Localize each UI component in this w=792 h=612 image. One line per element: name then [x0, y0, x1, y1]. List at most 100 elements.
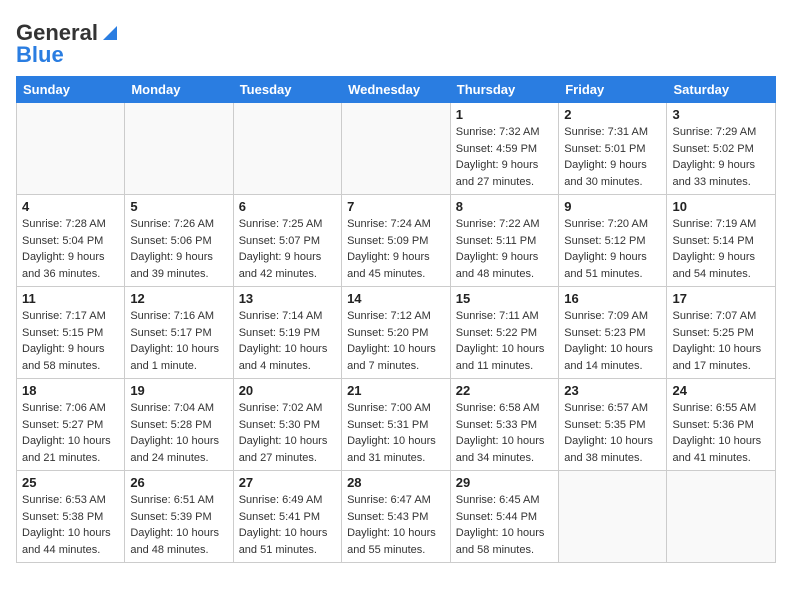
day-cell: 1 Sunrise: 7:32 AM Sunset: 4:59 PM Daylig…: [450, 103, 558, 195]
week-row-3: 11 Sunrise: 7:17 AM Sunset: 5:15 PM Dayli…: [17, 287, 776, 379]
day-info: Sunrise: 7:28 AM Sunset: 5:04 PM Dayligh…: [22, 216, 119, 282]
day-number: 23: [564, 383, 661, 398]
day-cell: 19 Sunrise: 7:04 AM Sunset: 5:28 PM Dayli…: [125, 379, 233, 471]
day-number: 8: [456, 199, 553, 214]
day-info: Sunrise: 6:57 AM Sunset: 5:35 PM Dayligh…: [564, 400, 661, 466]
day-cell: 25 Sunrise: 6:53 AM Sunset: 5:38 PM Dayli…: [17, 471, 125, 563]
col-header-friday: Friday: [559, 77, 667, 103]
day-cell: 9Sunrise: 7:20 AM Sunset: 5:12 PM Daylig…: [559, 195, 667, 287]
day-info: Sunrise: 7:29 AM Sunset: 5:02 PM Dayligh…: [672, 124, 770, 190]
day-number: 24: [672, 383, 770, 398]
day-number: 26: [130, 475, 227, 490]
day-info: Sunrise: 6:45 AM Sunset: 5:44 PM Dayligh…: [456, 492, 553, 558]
day-number: 1: [456, 107, 553, 122]
day-number: 11: [22, 291, 119, 306]
day-number: 18: [22, 383, 119, 398]
day-number: 10: [672, 199, 770, 214]
day-cell: 2 Sunrise: 7:31 AM Sunset: 5:01 PM Daylig…: [559, 103, 667, 195]
day-number: 13: [239, 291, 336, 306]
day-info: Sunrise: 7:00 AM Sunset: 5:31 PM Dayligh…: [347, 400, 445, 466]
day-info: Sunrise: 7:16 AM Sunset: 5:17 PM Dayligh…: [130, 308, 227, 374]
day-info: Sunrise: 6:55 AM Sunset: 5:36 PM Dayligh…: [672, 400, 770, 466]
day-number: 19: [130, 383, 227, 398]
day-info: Sunrise: 6:47 AM Sunset: 5:43 PM Dayligh…: [347, 492, 445, 558]
col-header-tuesday: Tuesday: [233, 77, 341, 103]
day-info: Sunrise: 7:12 AM Sunset: 5:20 PM Dayligh…: [347, 308, 445, 374]
day-cell: [233, 103, 341, 195]
calendar-header-row: SundayMondayTuesdayWednesdayThursdayFrid…: [17, 77, 776, 103]
week-row-4: 18 Sunrise: 7:06 AM Sunset: 5:27 PM Dayli…: [17, 379, 776, 471]
day-cell: [667, 471, 776, 563]
day-cell: [125, 103, 233, 195]
page-header: General Blue: [16, 16, 776, 68]
day-cell: 26 Sunrise: 6:51 AM Sunset: 5:39 PM Dayli…: [125, 471, 233, 563]
day-number: 25: [22, 475, 119, 490]
day-number: 14: [347, 291, 445, 306]
day-info: Sunrise: 7:04 AM Sunset: 5:28 PM Dayligh…: [130, 400, 227, 466]
week-row-5: 25 Sunrise: 6:53 AM Sunset: 5:38 PM Dayli…: [17, 471, 776, 563]
day-cell: 12 Sunrise: 7:16 AM Sunset: 5:17 PM Dayli…: [125, 287, 233, 379]
col-header-wednesday: Wednesday: [342, 77, 451, 103]
day-number: 12: [130, 291, 227, 306]
day-cell: [342, 103, 451, 195]
col-header-monday: Monday: [125, 77, 233, 103]
day-number: 2: [564, 107, 661, 122]
day-info: Sunrise: 7:11 AM Sunset: 5:22 PM Dayligh…: [456, 308, 553, 374]
day-info: Sunrise: 7:24 AM Sunset: 5:09 PM Dayligh…: [347, 216, 445, 282]
calendar-table: SundayMondayTuesdayWednesdayThursdayFrid…: [16, 76, 776, 563]
day-number: 27: [239, 475, 336, 490]
day-number: 21: [347, 383, 445, 398]
day-number: 20: [239, 383, 336, 398]
col-header-saturday: Saturday: [667, 77, 776, 103]
day-cell: 3 Sunrise: 7:29 AM Sunset: 5:02 PM Daylig…: [667, 103, 776, 195]
day-cell: 23 Sunrise: 6:57 AM Sunset: 5:35 PM Dayli…: [559, 379, 667, 471]
day-cell: [17, 103, 125, 195]
day-cell: 18 Sunrise: 7:06 AM Sunset: 5:27 PM Dayli…: [17, 379, 125, 471]
day-info: Sunrise: 7:31 AM Sunset: 5:01 PM Dayligh…: [564, 124, 661, 190]
day-cell: 29Sunrise: 6:45 AM Sunset: 5:44 PM Dayli…: [450, 471, 558, 563]
day-info: Sunrise: 6:51 AM Sunset: 5:39 PM Dayligh…: [130, 492, 227, 558]
day-cell: 16 Sunrise: 7:09 AM Sunset: 5:23 PM Dayli…: [559, 287, 667, 379]
day-cell: [559, 471, 667, 563]
day-info: Sunrise: 7:22 AM Sunset: 5:11 PM Dayligh…: [456, 216, 553, 282]
day-cell: 15 Sunrise: 7:11 AM Sunset: 5:22 PM Dayli…: [450, 287, 558, 379]
day-cell: 14 Sunrise: 7:12 AM Sunset: 5:20 PM Dayli…: [342, 287, 451, 379]
day-info: Sunrise: 7:07 AM Sunset: 5:25 PM Dayligh…: [672, 308, 770, 374]
day-number: 6: [239, 199, 336, 214]
day-cell: 4 Sunrise: 7:28 AM Sunset: 5:04 PM Daylig…: [17, 195, 125, 287]
logo-triangle-icon: [99, 22, 121, 44]
day-info: Sunrise: 7:09 AM Sunset: 5:23 PM Dayligh…: [564, 308, 661, 374]
day-number: 5: [130, 199, 227, 214]
day-info: Sunrise: 7:32 AM Sunset: 4:59 PM Dayligh…: [456, 124, 553, 190]
day-cell: 24 Sunrise: 6:55 AM Sunset: 5:36 PM Dayli…: [667, 379, 776, 471]
col-header-thursday: Thursday: [450, 77, 558, 103]
week-row-1: 1 Sunrise: 7:32 AM Sunset: 4:59 PM Daylig…: [17, 103, 776, 195]
day-info: Sunrise: 7:06 AM Sunset: 5:27 PM Dayligh…: [22, 400, 119, 466]
day-cell: 7 Sunrise: 7:24 AM Sunset: 5:09 PM Daylig…: [342, 195, 451, 287]
day-cell: 21 Sunrise: 7:00 AM Sunset: 5:31 PM Dayli…: [342, 379, 451, 471]
logo-blue: Blue: [16, 42, 64, 68]
day-info: Sunrise: 6:53 AM Sunset: 5:38 PM Dayligh…: [22, 492, 119, 558]
day-cell: 27 Sunrise: 6:49 AM Sunset: 5:41 PM Dayli…: [233, 471, 341, 563]
day-cell: 17 Sunrise: 7:07 AM Sunset: 5:25 PM Dayli…: [667, 287, 776, 379]
day-cell: 20Sunrise: 7:02 AM Sunset: 5:30 PM Dayli…: [233, 379, 341, 471]
day-number: 28: [347, 475, 445, 490]
day-cell: 22Sunrise: 6:58 AM Sunset: 5:33 PM Dayli…: [450, 379, 558, 471]
day-number: 22: [456, 383, 553, 398]
day-info: Sunrise: 7:14 AM Sunset: 5:19 PM Dayligh…: [239, 308, 336, 374]
day-info: Sunrise: 7:17 AM Sunset: 5:15 PM Dayligh…: [22, 308, 119, 374]
day-info: Sunrise: 6:49 AM Sunset: 5:41 PM Dayligh…: [239, 492, 336, 558]
day-info: Sunrise: 7:25 AM Sunset: 5:07 PM Dayligh…: [239, 216, 336, 282]
day-cell: 5 Sunrise: 7:26 AM Sunset: 5:06 PM Daylig…: [125, 195, 233, 287]
logo: General Blue: [16, 20, 121, 68]
day-info: Sunrise: 7:26 AM Sunset: 5:06 PM Dayligh…: [130, 216, 227, 282]
week-row-2: 4 Sunrise: 7:28 AM Sunset: 5:04 PM Daylig…: [17, 195, 776, 287]
day-number: 7: [347, 199, 445, 214]
day-number: 17: [672, 291, 770, 306]
day-cell: 13 Sunrise: 7:14 AM Sunset: 5:19 PM Dayli…: [233, 287, 341, 379]
day-number: 15: [456, 291, 553, 306]
day-number: 4: [22, 199, 119, 214]
day-number: 3: [672, 107, 770, 122]
day-number: 16: [564, 291, 661, 306]
col-header-sunday: Sunday: [17, 77, 125, 103]
